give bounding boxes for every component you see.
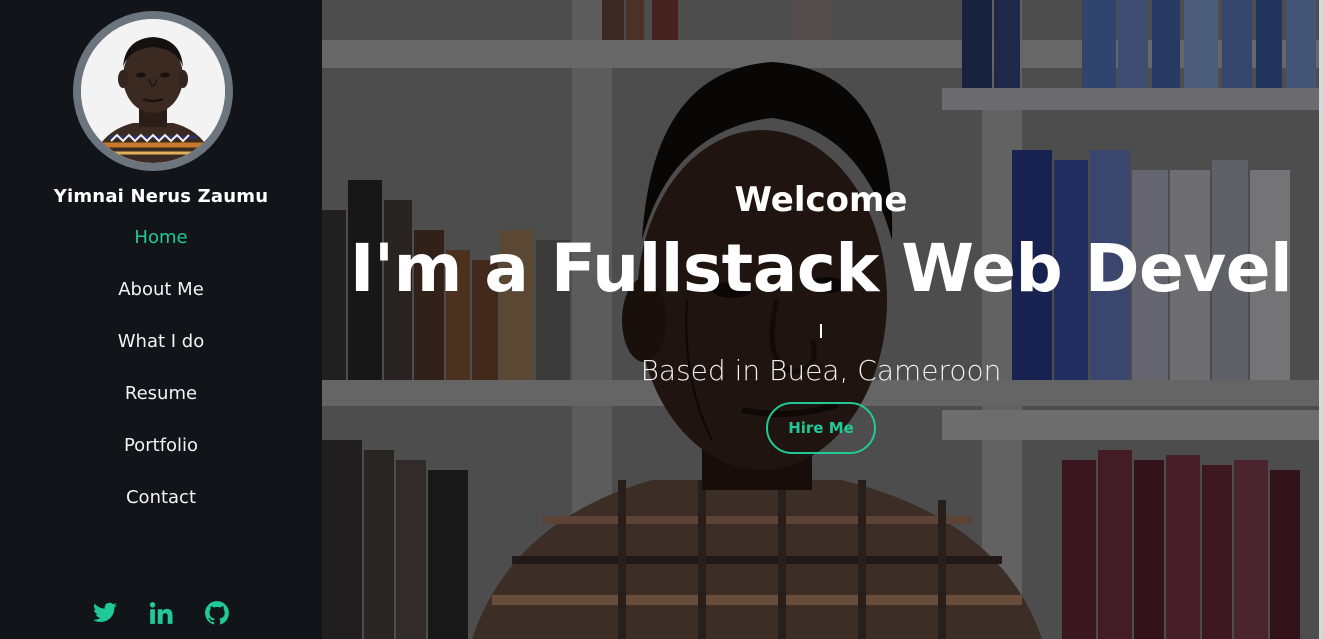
hero-overlay (322, 0, 1323, 639)
hero-section: Welcome I'm a Fullstack Web Devel Based … (322, 0, 1323, 639)
nav-item-portfolio[interactable]: Portfolio (0, 430, 322, 482)
github-icon[interactable] (204, 600, 230, 626)
avatar (73, 11, 233, 171)
hero-headline: I'm a Fullstack Web Devel (349, 230, 1293, 307)
nav-item-contact[interactable]: Contact (0, 482, 322, 534)
nav-item-home[interactable]: Home (0, 222, 322, 274)
profile-photo (81, 19, 225, 163)
nav-item-resume[interactable]: Resume (0, 378, 322, 430)
nav-item-about-me[interactable]: About Me (0, 274, 322, 326)
hero-welcome: Welcome (734, 180, 908, 220)
hero-subtitle: Based in Buea, Cameroon (640, 354, 1002, 387)
sidebar-nav: Home About Me What I do Resume Portfolio… (0, 222, 322, 534)
social-links (0, 600, 322, 626)
page-scrollbar[interactable] (1319, 0, 1323, 639)
profile-name: Yimnai Nerus Zaumu (53, 186, 269, 207)
app-root: Yimnai Nerus Zaumu Home About Me What I … (0, 0, 1323, 639)
linkedin-icon[interactable] (148, 600, 174, 626)
typing-cursor (820, 324, 822, 338)
twitter-icon[interactable] (92, 600, 118, 626)
nav-item-what-i-do[interactable]: What I do (0, 326, 322, 378)
sidebar: Yimnai Nerus Zaumu Home About Me What I … (0, 0, 322, 639)
hire-me-button[interactable]: Hire Me (766, 402, 876, 454)
